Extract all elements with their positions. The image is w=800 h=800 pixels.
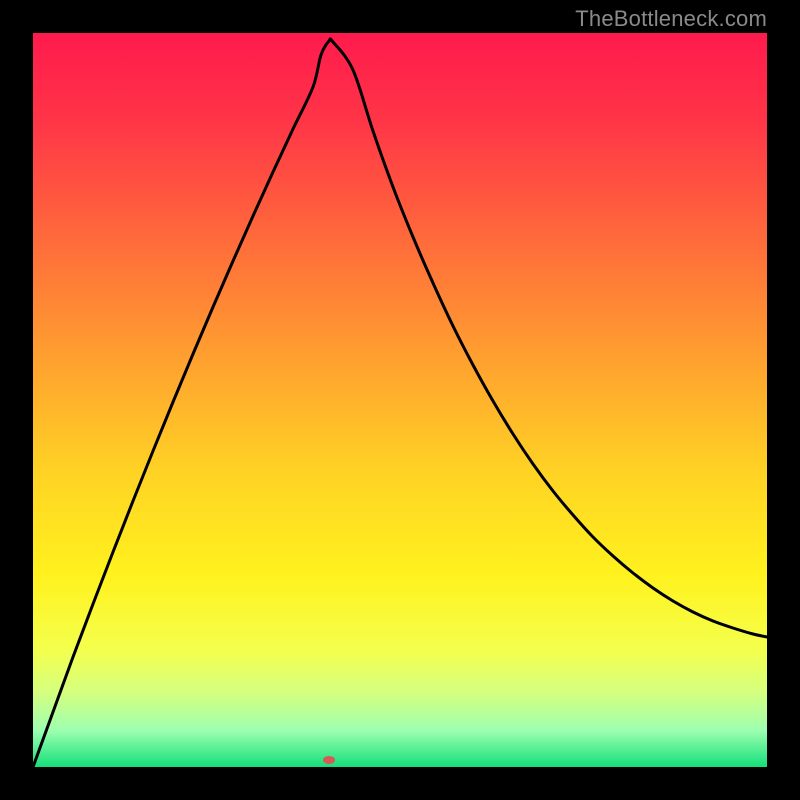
chart-frame: TheBottleneck.com [0, 0, 800, 800]
watermark-text: TheBottleneck.com [575, 6, 767, 32]
chart-svg [33, 33, 767, 767]
minimum-marker [323, 756, 335, 764]
plot-area [33, 33, 767, 767]
gradient-background [33, 33, 767, 767]
